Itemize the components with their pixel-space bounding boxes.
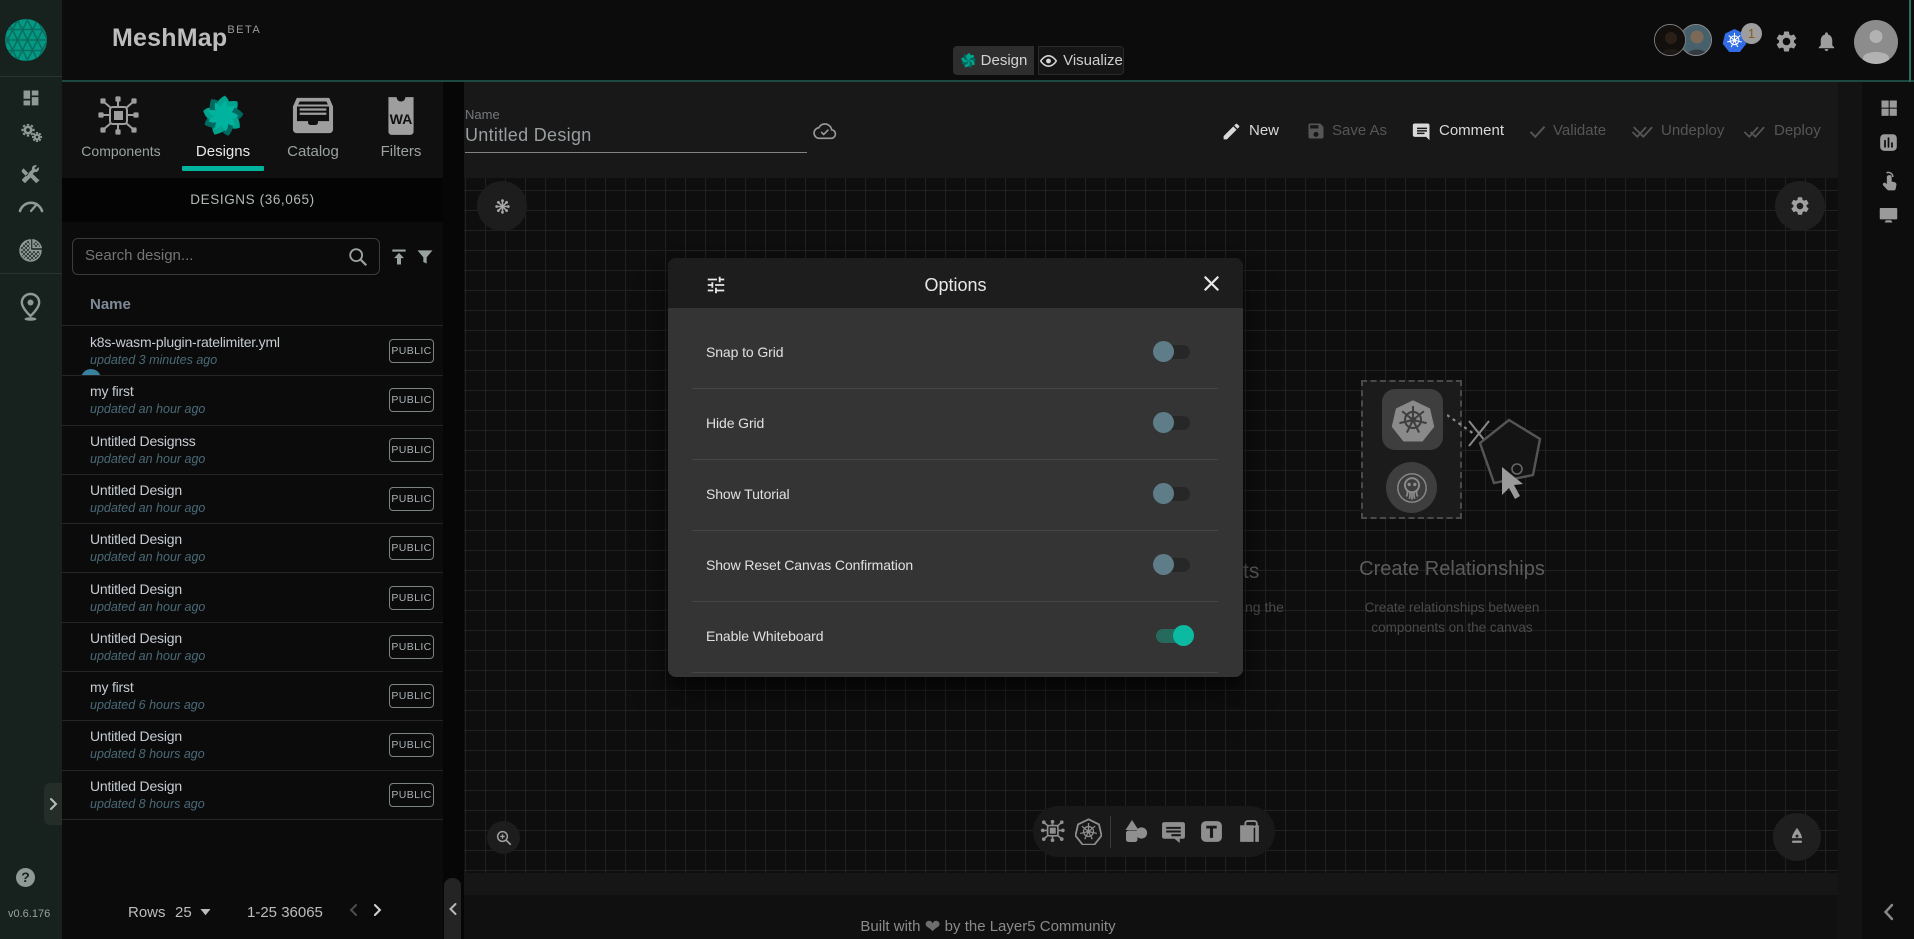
svg-text:WA: WA (390, 111, 413, 127)
